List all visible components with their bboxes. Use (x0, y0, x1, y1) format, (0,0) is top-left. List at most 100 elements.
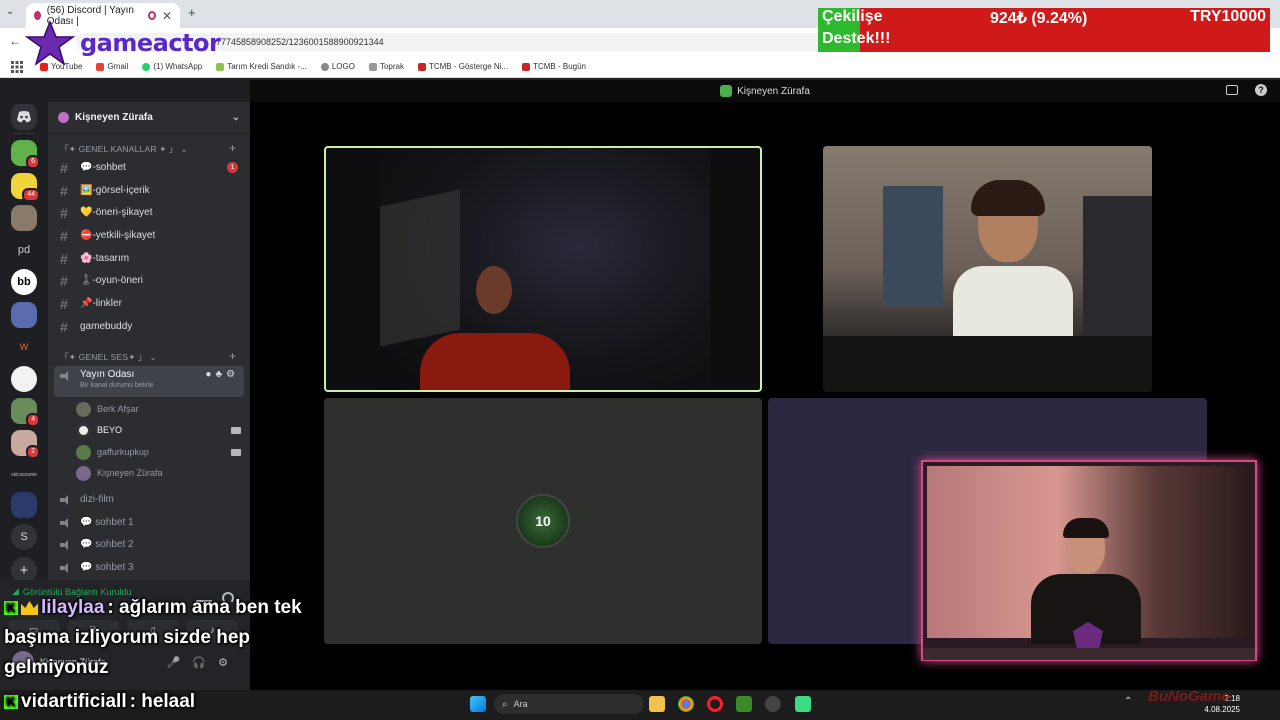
bookmark-logo[interactable]: LOGO (320, 62, 355, 71)
chat-message-2: K vidartificiall : helaal (4, 691, 195, 713)
voice-channel-yayin-odasi[interactable]: Yayın Odası Bir kanal durumu belirle ●♣⚙ (54, 366, 244, 397)
server-icon-11[interactable]: skicsessme (11, 462, 37, 488)
voice-channel-sohbet-2[interactable]: 💬 sohbet 2 (54, 534, 244, 555)
channel-name: 💬-sohbet (80, 162, 126, 173)
channel-name: 💬 sohbet 2 (80, 539, 134, 550)
voice-user-gaffur[interactable]: gaffurkupkup (76, 442, 241, 462)
help-icon[interactable]: ? (1255, 84, 1267, 96)
person-shirt (420, 333, 570, 390)
user-name: Kişneyen Zürafa (97, 468, 163, 478)
search-icon: ⌕ (502, 698, 508, 710)
channel-gorsel-icerik[interactable]: # 🖼️-görsel-içerik (54, 180, 244, 201)
server-icon-10[interactable]: 2 (11, 430, 40, 459)
user-name: Berk Afşar (97, 404, 139, 414)
back-arrow-icon[interactable]: ← (9, 34, 21, 48)
speaker-icon (60, 517, 72, 528)
bookmark-tcmb-bugun[interactable]: TCMB - Bugün (522, 62, 586, 71)
bookmark-label: Toprak (379, 62, 404, 71)
avatar (76, 444, 91, 460)
new-tab-button[interactable]: + (188, 5, 196, 20)
chat-username: lilaylaa (41, 597, 105, 618)
apps-grid-icon[interactable] (11, 60, 23, 73)
obs-icon[interactable] (765, 696, 781, 712)
unread-badge: 6 (26, 155, 40, 169)
unread-badge: 44 (22, 188, 40, 202)
guild-header[interactable]: Kişneyen Zürafa ⌄ (48, 102, 250, 134)
channel-oneri-sikayet[interactable]: # 💛-öneri-şikayet (54, 202, 244, 223)
file-explorer-icon[interactable] (649, 696, 665, 712)
taskbar-search[interactable]: ⌕ Ara (494, 694, 644, 714)
video-tile-3[interactable]: 10 (324, 398, 762, 644)
server-icon-bb[interactable]: bb (11, 269, 37, 295)
guild-name: Kişneyen Zürafa (75, 112, 153, 123)
text-channel-icon: # (60, 182, 68, 199)
channel-linkler[interactable]: # 📌-linkler (54, 293, 244, 314)
person-hair (971, 180, 1045, 216)
discord-home-icon[interactable] (11, 104, 37, 130)
bookmark-tarim-kredi[interactable]: Tarım Kredi Sandık -... (216, 62, 307, 71)
bookmark-label: LOGO (331, 62, 355, 71)
category-voice-channels[interactable]: 「✦ GENEL SES✦ 」 ⌄ (60, 351, 157, 363)
donation-label-1: Çekilişe (822, 8, 883, 25)
chrome-icon[interactable] (678, 696, 694, 712)
voice-channel-sohbet-1[interactable]: 💬 sohbet 1 (54, 512, 244, 533)
text-channel-icon: # (60, 272, 68, 289)
text-channel-icon: # (60, 318, 68, 335)
channel-gamebuddy[interactable]: # gamebuddy (54, 316, 244, 337)
kick-icon: K (4, 695, 18, 709)
channel-oyun-oneri[interactable]: # ♟️-oyun-öneri (54, 270, 244, 291)
video-tile-1[interactable] (324, 146, 762, 392)
channel-sohbet[interactable]: # 💬-sohbet 1 (54, 157, 244, 178)
unread-badge: 2 (26, 445, 40, 459)
tray-chevron-icon[interactable]: ⌃ (1124, 696, 1132, 707)
server-icon-s[interactable]: S (11, 524, 37, 550)
server-icon-1[interactable]: 6 (11, 140, 40, 169)
opera-icon[interactable] (707, 696, 723, 712)
tcmb-icon (417, 62, 426, 71)
voice-channel-dizi-film[interactable]: dizi-film (54, 489, 244, 510)
server-icon-3[interactable] (11, 205, 37, 231)
speaker-icon (60, 494, 72, 505)
mention-badge: 1 (227, 162, 238, 173)
voice-user-kisneyen[interactable]: Kişneyen Zürafa (76, 463, 163, 483)
streamer-webcam (921, 460, 1257, 661)
server-icon (720, 85, 733, 97)
server-icon-12[interactable] (11, 492, 37, 518)
desk (823, 336, 1152, 392)
user-controls[interactable]: 🎤🎧⚙ (167, 656, 240, 669)
channel-name: 📌-linkler (80, 298, 122, 309)
server-icon-6[interactable] (11, 302, 37, 328)
voice-channel-actions[interactable]: ●♣⚙ (205, 369, 239, 380)
tab-list-button[interactable]: ⌄ (6, 6, 14, 17)
create-voice-channel-button[interactable]: + (229, 349, 236, 363)
category-text-channels[interactable]: 「✦ GENEL KANALLAR ✦ 」 ⌄ (60, 143, 188, 155)
bunogame-watermark: BuNoGame (1148, 688, 1230, 705)
inbox-icon[interactable] (1226, 85, 1238, 95)
windows-start-icon[interactable] (470, 696, 486, 712)
server-icon-7[interactable]: W (11, 334, 37, 360)
server-icon-2[interactable]: 44 (11, 173, 40, 202)
channel-tasarim[interactable]: # 🌸-tasarım (54, 248, 244, 269)
minecraft-icon[interactable] (736, 696, 752, 712)
bookmark-toprak[interactable]: Toprak (368, 62, 404, 71)
channel-yetkili-sikayet[interactable]: # ⛔-yetkili-şikayet (54, 225, 244, 246)
crown-icon (21, 601, 38, 615)
channel-status[interactable]: Bir kanal durumu belirle (80, 382, 154, 389)
chevron-down-icon: ⌄ (231, 112, 240, 123)
server-icon-8[interactable] (11, 366, 37, 392)
unread-badge: 4 (26, 413, 40, 427)
voice-channel-sohbet-3[interactable]: 💬 sohbet 3 (54, 557, 244, 578)
chat-username: vidartificiall (21, 691, 127, 712)
channel-name: dizi-film (80, 494, 114, 505)
server-icon-9[interactable]: 4 (11, 398, 40, 427)
app-icon[interactable] (795, 696, 811, 712)
voice-user-berk[interactable]: Berk Afşar (76, 399, 139, 419)
kick-icon: K (4, 601, 18, 615)
video-tile-2[interactable] (823, 146, 1152, 392)
server-icon-pd[interactable]: pd (11, 237, 37, 263)
bookmark-tcmb-gosterge[interactable]: TCMB - Gösterge Ni... (417, 62, 508, 71)
connection-status[interactable]: ◢ Görüntülü Bağlantı Kuruldu (12, 586, 132, 597)
search-placeholder: Ara (513, 699, 528, 709)
create-channel-button[interactable]: + (229, 141, 236, 155)
voice-user-beyo[interactable]: BEYO (76, 420, 241, 440)
